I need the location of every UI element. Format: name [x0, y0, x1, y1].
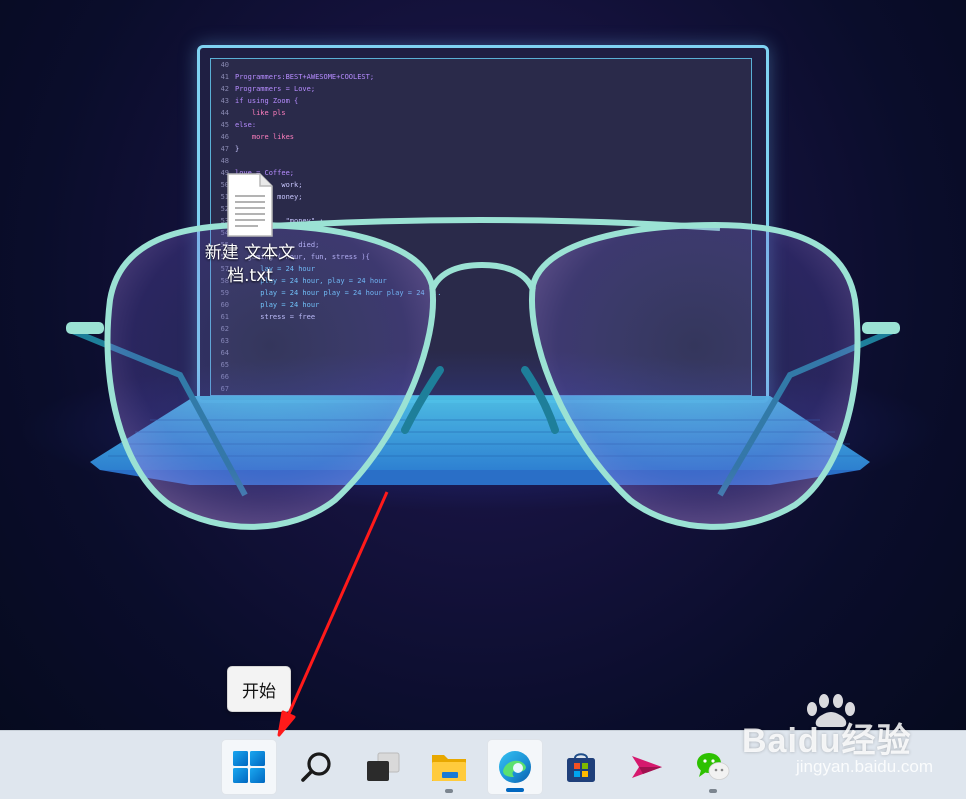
folder-icon: [432, 755, 466, 781]
wechat-icon: [697, 753, 730, 780]
watermark-brand: Baidu经验: [742, 722, 912, 760]
desktop-file-label-line1: 新建 文本文: [204, 243, 296, 263]
desktop-file-label: 新建 文本文 档.txt: [200, 242, 300, 288]
watermark-url: jingyan.baidu.com: [796, 757, 934, 776]
start-button[interactable]: [221, 739, 277, 795]
microsoft-store-button[interactable]: [553, 739, 609, 795]
store-bag-icon: [567, 753, 595, 782]
start-tooltip-label: 开始: [242, 681, 276, 702]
task-view-button[interactable]: [355, 739, 411, 795]
edge-active-indicator: [506, 788, 524, 792]
edge-button[interactable]: [487, 739, 543, 795]
paper-plane-icon: [632, 756, 662, 778]
text-document-icon: [227, 173, 273, 237]
file-explorer-running-indicator: [445, 789, 453, 793]
wechat-button[interactable]: [685, 739, 741, 795]
send-app-button[interactable]: [619, 739, 675, 795]
windows-logo-icon: [233, 751, 265, 783]
file-explorer-button[interactable]: [421, 739, 477, 795]
search-icon: [301, 752, 331, 782]
search-button[interactable]: [289, 739, 345, 795]
start-tooltip: 开始: [227, 666, 291, 712]
task-view-icon: [367, 752, 400, 781]
wechat-running-indicator: [709, 789, 717, 793]
desktop-file-txt[interactable]: 新建 文本文 档.txt: [200, 172, 300, 297]
baidu-jingyan-watermark: Baidu经验 jingyan.baidu.com: [740, 693, 960, 793]
desktop-file-label-line2: 档.txt: [227, 266, 273, 286]
wallpaper-glasses: [66, 217, 900, 530]
edge-browser-icon: [499, 751, 531, 783]
